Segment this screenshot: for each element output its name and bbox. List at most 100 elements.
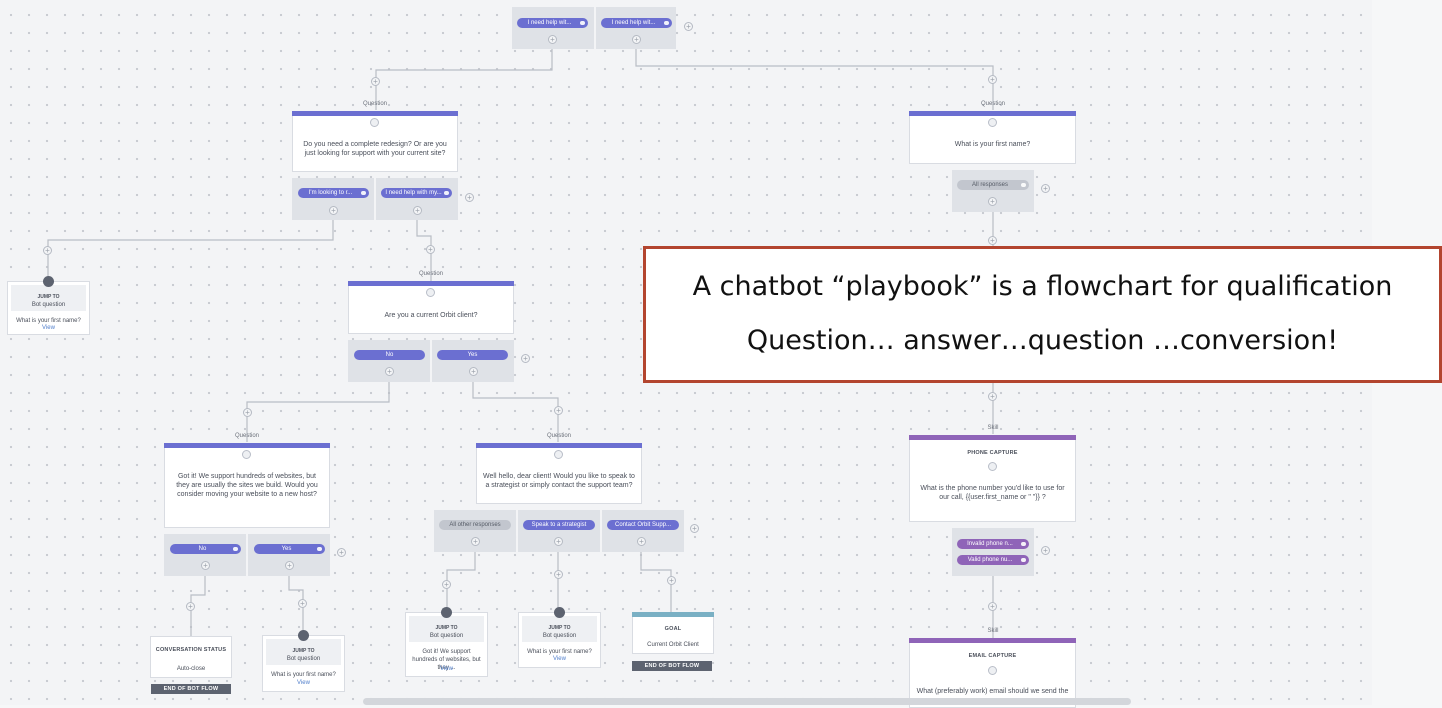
- jump-subtitle: Bot question: [429, 633, 464, 639]
- jump-subtitle: Bot question: [286, 656, 321, 662]
- add-step-button[interactable]: +: [632, 35, 641, 44]
- callout-line-2: Question… answer…question …conversion!: [746, 325, 1339, 356]
- add-step-button[interactable]: +: [43, 246, 52, 255]
- view-link[interactable]: View: [519, 656, 600, 662]
- card-accent-bar: [164, 443, 330, 448]
- node-type-label: Question: [546, 433, 571, 439]
- add-step-button[interactable]: +: [988, 197, 997, 206]
- end-of-flow-badge: END OF BOT FLOW: [632, 661, 712, 671]
- conversation-status-card[interactable]: CONVERSATION STATUS Auto-close: [150, 636, 232, 678]
- view-link[interactable]: View: [263, 680, 344, 686]
- card-accent-bar: [348, 281, 514, 286]
- question-card[interactable]: What is your first name?: [909, 111, 1076, 164]
- question-card[interactable]: Well hello, dear client! Would you like …: [476, 443, 642, 504]
- question-card[interactable]: Are you a current Orbit client?: [348, 281, 514, 334]
- add-step-button[interactable]: +: [329, 206, 338, 215]
- add-response-button[interactable]: +: [465, 193, 474, 202]
- message-icon: [426, 288, 435, 297]
- add-step-button[interactable]: +: [988, 75, 997, 84]
- response-pill[interactable]: I'm looking to r...: [298, 188, 369, 198]
- skill-card[interactable]: PHONE CAPTURE What is the phone number y…: [909, 435, 1076, 522]
- response-pill[interactable]: All responses: [957, 180, 1029, 190]
- add-step-button[interactable]: +: [413, 206, 422, 215]
- goal-title: GOAL: [664, 626, 682, 632]
- jump-title: JUMP TO: [435, 625, 458, 631]
- add-response-button[interactable]: +: [690, 524, 699, 533]
- goal-card[interactable]: GOAL Current Orbit Client: [632, 612, 714, 654]
- skill-text: What (preferably work) email should we s…: [916, 688, 1069, 695]
- card-accent-bar: [292, 111, 458, 116]
- card-accent-bar: [476, 443, 642, 448]
- add-step-button[interactable]: +: [285, 561, 294, 570]
- response-pill[interactable]: I need help wit...: [517, 18, 588, 28]
- response-pill[interactable]: I need help wit...: [601, 18, 672, 28]
- chat-icon: [1021, 183, 1026, 187]
- status-title: CONVERSATION STATUS: [155, 647, 227, 653]
- callout-box: A chatbot “playbook” is a flowchart for …: [643, 246, 1442, 383]
- add-step-button[interactable]: +: [471, 537, 480, 546]
- message-icon: [370, 118, 379, 127]
- response-pill[interactable]: Speak to a strategist: [523, 520, 595, 530]
- add-step-button[interactable]: +: [548, 35, 557, 44]
- skill-title: PHONE CAPTURE: [967, 450, 1018, 456]
- response-pill-no[interactable]: No: [170, 544, 241, 554]
- view-link[interactable]: View: [406, 666, 487, 672]
- question-text: Got it! We support hundreds of websites,…: [176, 473, 318, 498]
- add-step-button[interactable]: +: [385, 367, 394, 376]
- message-icon: [242, 450, 251, 459]
- horizontal-scrollbar[interactable]: [363, 698, 1131, 705]
- chat-icon: [1021, 542, 1026, 546]
- add-response-button[interactable]: +: [337, 548, 346, 557]
- add-response-button[interactable]: +: [1041, 546, 1050, 555]
- response-pill[interactable]: All other responses: [439, 520, 511, 530]
- jump-icon: [42, 276, 54, 287]
- add-step-button[interactable]: +: [554, 406, 563, 415]
- add-step-button[interactable]: +: [988, 392, 997, 401]
- view-link[interactable]: View: [8, 325, 89, 331]
- add-step-button[interactable]: +: [667, 576, 676, 585]
- add-step-button[interactable]: +: [371, 77, 380, 86]
- jump-to-card[interactable]: JUMP TO Bot question What is your first …: [518, 607, 601, 668]
- add-step-button[interactable]: +: [442, 580, 451, 589]
- jump-to-card[interactable]: JUMP TO Bot question What is your first …: [262, 630, 345, 692]
- add-step-button[interactable]: +: [637, 537, 646, 546]
- add-response-button[interactable]: +: [684, 22, 693, 31]
- add-step-button[interactable]: +: [554, 537, 563, 546]
- question-text: Well hello, dear client! Would you like …: [483, 473, 635, 489]
- question-text: What is your first name?: [954, 141, 1031, 148]
- chat-icon: [444, 191, 449, 195]
- add-step-button[interactable]: +: [201, 561, 210, 570]
- question-card[interactable]: Got it! We support hundreds of websites,…: [164, 443, 330, 528]
- response-pill-yes[interactable]: Yes: [254, 544, 325, 554]
- response-pill-yes[interactable]: Yes: [437, 350, 508, 360]
- skill-text: What is the phone number you'd like to u…: [920, 485, 1065, 501]
- node-type-label: Question: [362, 101, 387, 107]
- response-pill[interactable]: Contact Orbit Supp...: [607, 520, 679, 530]
- add-step-button[interactable]: +: [298, 599, 307, 608]
- jump-target-text: What is your first name?: [527, 649, 592, 655]
- response-pill-no[interactable]: No: [354, 350, 425, 360]
- add-step-button[interactable]: +: [988, 602, 997, 611]
- add-response-button[interactable]: +: [521, 354, 530, 363]
- skill-title: EMAIL CAPTURE: [968, 653, 1017, 659]
- jump-icon: [297, 630, 309, 641]
- add-response-button[interactable]: +: [1041, 184, 1050, 193]
- add-step-button[interactable]: +: [469, 367, 478, 376]
- question-text: Do you need a complete redesign? Or are …: [303, 141, 447, 157]
- response-pill[interactable]: I need help with my...: [381, 188, 452, 198]
- jump-to-card[interactable]: JUMP TO Bot question What is your first …: [7, 276, 90, 335]
- add-step-button[interactable]: +: [186, 602, 195, 611]
- add-step-button[interactable]: +: [554, 570, 563, 579]
- add-step-button[interactable]: +: [988, 236, 997, 245]
- add-step-button[interactable]: +: [426, 245, 435, 254]
- response-pill[interactable]: Valid phone nu...: [957, 555, 1029, 565]
- email-icon: [987, 666, 997, 675]
- node-type-label: Question: [418, 271, 443, 277]
- chat-icon: [664, 21, 669, 25]
- add-step-button[interactable]: +: [243, 408, 252, 417]
- jump-to-card[interactable]: JUMP TO Bot question Got it! We support …: [405, 607, 488, 677]
- response-pill[interactable]: Invalid phone n...: [957, 539, 1029, 549]
- jump-subtitle: Bot question: [542, 633, 577, 639]
- phone-icon: [987, 462, 997, 471]
- question-card[interactable]: Do you need a complete redesign? Or are …: [292, 111, 458, 172]
